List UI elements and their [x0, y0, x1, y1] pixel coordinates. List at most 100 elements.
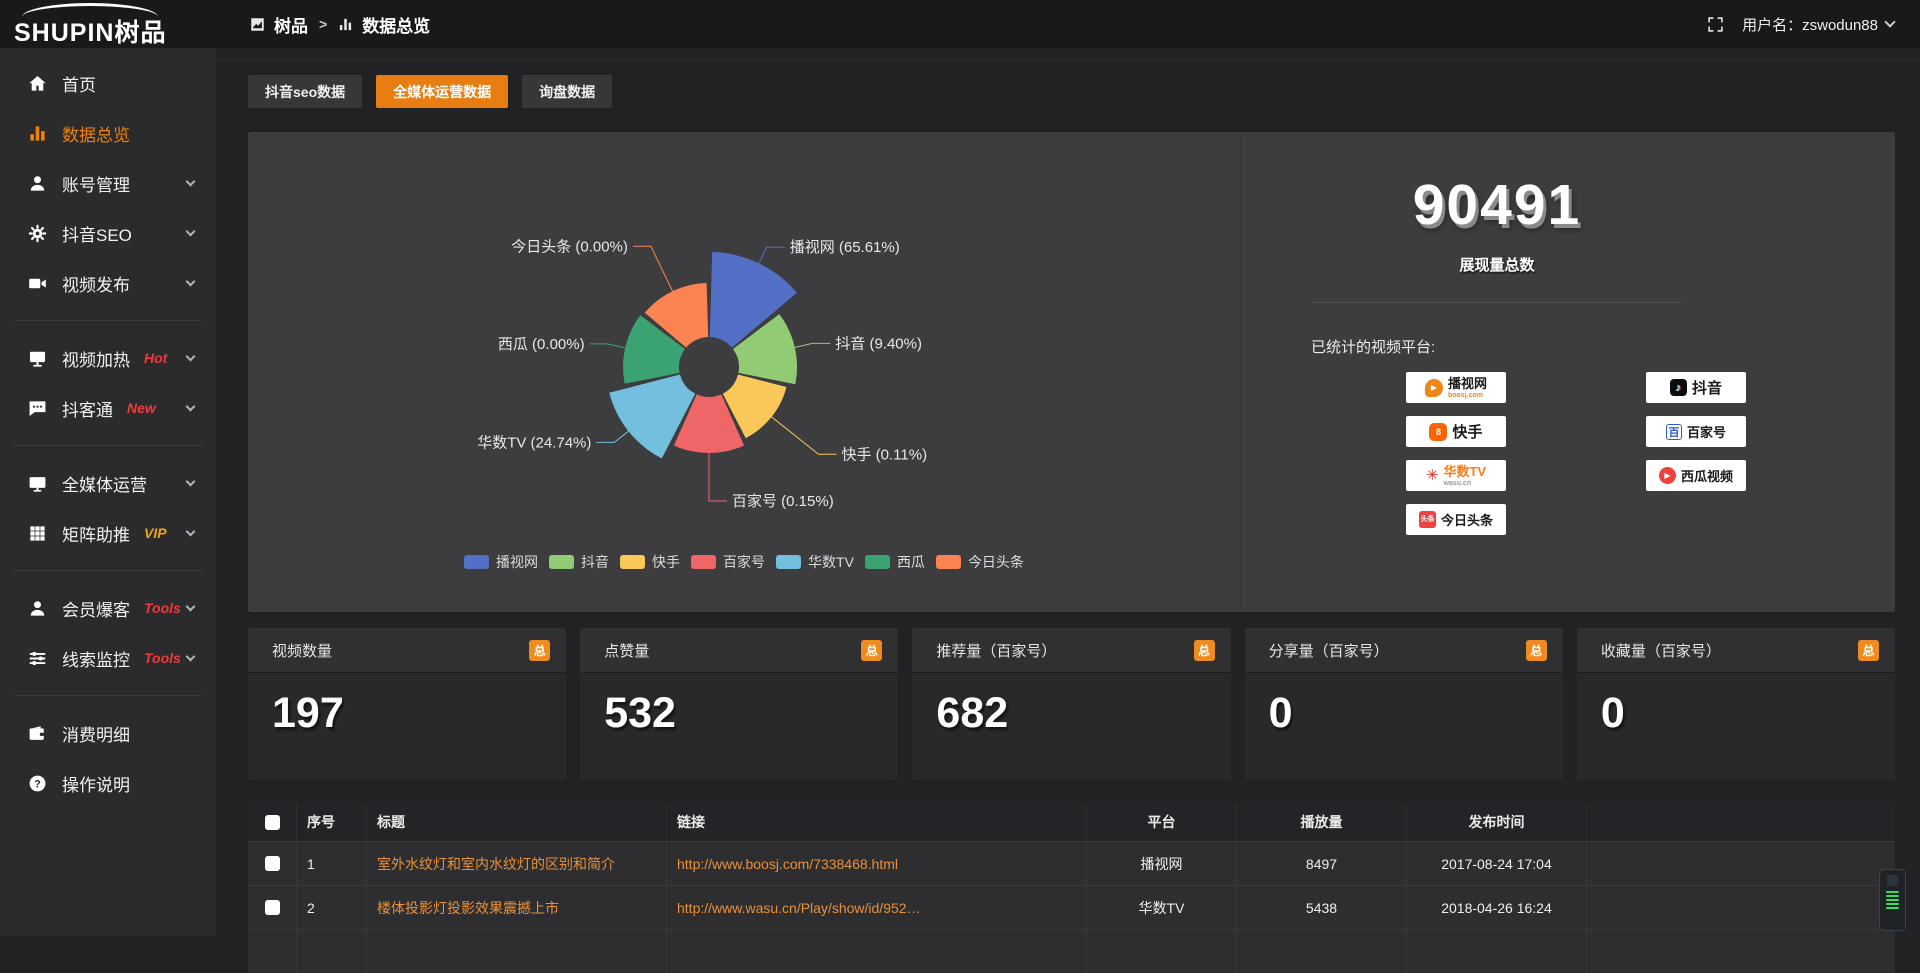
breadcrumb-current[interactable]: 数据总览 — [362, 12, 430, 37]
sidebar-item-clue-monitor[interactable]: 线索监控 Tools — [0, 643, 216, 673]
column-header-time: 发布时间 — [1406, 803, 1586, 841]
sidebar-divider — [14, 570, 202, 571]
legend-label: 快手 — [652, 552, 680, 572]
legend-item[interactable]: 西瓜 — [865, 552, 925, 572]
stat-card-video-count: 视频数量总 197 — [248, 628, 566, 780]
row-time: 2018-04-26 16:24 — [1406, 886, 1586, 929]
platform-name: 西瓜视频 — [1681, 466, 1733, 485]
platform-name: 华数TV — [1443, 465, 1486, 478]
total-badge[interactable]: 总 — [529, 640, 550, 661]
breadcrumb: 树品 > 数据总览 — [250, 12, 430, 37]
baijiahao-logo-icon: 百 — [1666, 424, 1682, 440]
floating-scroll-widget[interactable] — [1879, 869, 1906, 931]
stat-card-likes: 点赞量总 532 — [580, 628, 898, 780]
legend-item[interactable]: 抖音 — [549, 552, 609, 572]
username-label: 用户名：zswodun88 — [1742, 14, 1878, 35]
platform-subtext: wasu.cn — [1443, 480, 1486, 487]
sidebar-item-video-publish[interactable]: 视频发布 — [0, 268, 216, 298]
impressions-total-value: 90491 — [1311, 172, 1683, 238]
rose-chart-svg: 播视网 (65.61%)抖音 (9.40%)快手 (0.11%)百家号 (0.1… — [248, 132, 1240, 612]
tab-inquiry-data[interactable]: 询盘数据 — [522, 75, 612, 108]
sidebar-item-video-heating[interactable]: 视频加热 Hot — [0, 343, 216, 373]
row-checkbox[interactable] — [265, 900, 280, 915]
total-badge[interactable]: 总 — [1194, 640, 1215, 661]
video-title-link[interactable]: 室外水纹灯和室内水纹灯的区别和简介 — [366, 842, 666, 885]
tab-douyin-seo-data[interactable]: 抖音seo数据 — [248, 75, 362, 108]
divider — [1311, 302, 1683, 303]
tab-omnimedia-data[interactable]: 全媒体运营数据 — [376, 75, 508, 108]
select-all-checkbox[interactable] — [265, 815, 280, 830]
bar-chart-icon — [28, 124, 47, 143]
video-camera-icon — [28, 274, 47, 293]
legend-item[interactable]: 今日头条 — [936, 552, 1024, 572]
chevron-down-icon — [186, 652, 196, 662]
sidebar-item-doketong[interactable]: 抖客通 New — [0, 393, 216, 423]
sidebar-item-home[interactable]: 首页 — [0, 68, 216, 98]
row-index: 2 — [296, 886, 366, 929]
legend-item[interactable]: 华数TV — [776, 552, 854, 572]
video-title-link[interactable]: 楼体投影灯投影效果震撼上市 — [366, 886, 666, 929]
fullscreen-icon[interactable] — [1707, 16, 1724, 33]
pie-label-line — [758, 247, 785, 266]
sidebar-item-matrix-boost[interactable]: 矩阵助推 VIP — [0, 518, 216, 548]
row-checkbox[interactable] — [265, 856, 280, 871]
total-badge[interactable]: 总 — [1858, 640, 1879, 661]
sidebar-item-douyin-seo[interactable]: 抖音SEO — [0, 218, 216, 248]
pie-label: 西瓜 (0.00%) — [498, 336, 585, 353]
row-time: 2017-08-24 17:04 — [1406, 842, 1586, 885]
sidebar-item-spending-detail[interactable]: 消费明细 — [0, 718, 216, 748]
chevron-down-icon — [186, 527, 196, 537]
stat-cards: 视频数量总 197 点赞量总 532 推荐量（百家号）总 682 分享量（百家号… — [248, 628, 1895, 780]
topbar: SHUPIN树品 树品 > 数据总览 用户名：zswodun88 — [0, 0, 1920, 48]
help-icon: ? — [28, 774, 47, 793]
bar-chart-icon — [338, 17, 353, 32]
user-icon — [28, 174, 47, 193]
chevron-down-icon — [186, 402, 196, 412]
sidebar-item-label: 抖音SEO — [62, 221, 132, 246]
tools-badge: Tools — [144, 600, 181, 616]
user-menu[interactable]: 用户名：zswodun88 — [1742, 14, 1894, 35]
column-header-extra — [1586, 803, 1895, 841]
sidebar: 首页 数据总览 账号管理 抖音SEO 视频发布 — [0, 48, 216, 936]
sidebar-item-help[interactable]: ? 操作说明 — [0, 768, 216, 798]
video-url-link[interactable]: http://www.boosj.com/7338468.html — [666, 842, 1086, 885]
videos-table: 序号 标题 链接 平台 播放量 发布时间 1 室外水纹灯和室内水纹灯的区别和简介… — [248, 803, 1895, 973]
sliders-icon — [28, 649, 47, 668]
column-header-link: 链接 — [666, 803, 1086, 841]
table-row: 1 室外水纹灯和室内水纹灯的区别和简介 http://www.boosj.com… — [248, 841, 1895, 885]
total-badge[interactable]: 总 — [861, 640, 882, 661]
video-url-link[interactable]: http://www.wasu.cn/Play/show/id/952… — [666, 886, 1086, 929]
chevron-down-icon — [186, 602, 196, 612]
sidebar-item-data-overview[interactable]: 数据总览 — [0, 118, 216, 148]
pie-label-line — [633, 246, 674, 294]
legend-item[interactable]: 百家号 — [691, 552, 765, 572]
platform-badge-xigua: ▶ 西瓜视频 — [1646, 460, 1746, 491]
legend-label: 抖音 — [581, 552, 609, 572]
stat-card-value: 682 — [912, 673, 1230, 738]
legend-swatch — [776, 555, 801, 569]
widget-bars-icon — [1886, 891, 1899, 893]
widget-square-icon — [1887, 875, 1898, 886]
column-header-title: 标题 — [366, 803, 666, 841]
sidebar-item-accounts[interactable]: 账号管理 — [0, 168, 216, 198]
stat-card-title: 分享量（百家号） — [1269, 640, 1389, 661]
platform-badge-kuaishou: 8 快手 — [1406, 416, 1506, 447]
stat-card-value: 0 — [1577, 673, 1895, 738]
sidebar-item-omnimedia[interactable]: 全媒体运营 — [0, 468, 216, 498]
stat-card-title: 收藏量（百家号） — [1601, 640, 1721, 661]
breadcrumb-root[interactable]: 树品 — [274, 12, 308, 37]
legend-swatch — [620, 555, 645, 569]
stat-card-value: 0 — [1245, 673, 1563, 738]
platform-grid: ▶ 播视网boosj.com ♪ 抖音 8 快手 百 百家号 ✳ 华数TVw — [1406, 372, 1895, 535]
legend-item[interactable]: 快手 — [620, 552, 680, 572]
wallet-icon — [28, 724, 47, 743]
platform-name: 今日头条 — [1441, 510, 1493, 529]
row-plays: 5438 — [1236, 886, 1406, 929]
xigua-logo-icon: ▶ — [1659, 467, 1676, 484]
legend-label: 今日头条 — [968, 552, 1024, 572]
sidebar-item-label: 视频发布 — [62, 271, 130, 296]
row-plays: 8497 — [1236, 842, 1406, 885]
sidebar-item-member-burst[interactable]: 会员爆客 Tools — [0, 593, 216, 623]
total-badge[interactable]: 总 — [1526, 640, 1547, 661]
legend-item[interactable]: 播视网 — [464, 552, 538, 572]
